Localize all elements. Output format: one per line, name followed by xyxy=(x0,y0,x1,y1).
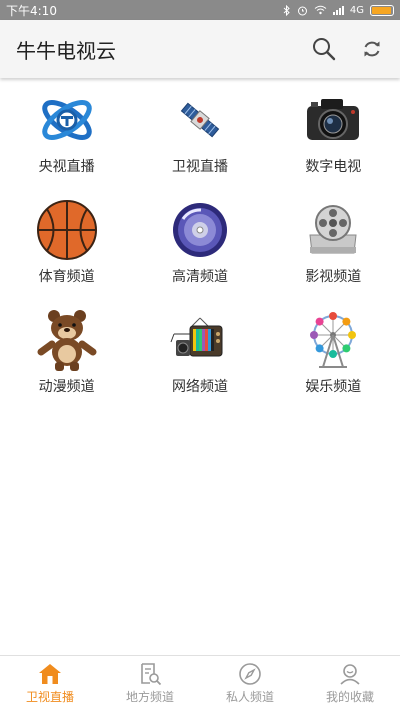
tv-set-icon xyxy=(170,317,223,357)
status-time: 下午4:10 xyxy=(6,3,57,18)
channel-tile-movies[interactable]: 影视频道 xyxy=(267,198,400,290)
nav-label: 地方频道 xyxy=(125,690,174,704)
channel-label: 影视频道 xyxy=(305,269,362,285)
battery-fill xyxy=(372,6,391,14)
bluetooth-icon xyxy=(283,4,290,16)
channel-label: 动漫频道 xyxy=(38,379,95,395)
compass-icon xyxy=(239,663,261,685)
alarm-icon xyxy=(297,6,307,15)
channel-label: 娱乐频道 xyxy=(305,379,362,395)
channel-tile-hd[interactable]: 高清频道 xyxy=(133,198,266,290)
document-search-icon xyxy=(141,663,162,686)
disc-icon xyxy=(172,203,227,257)
user-icon xyxy=(340,664,360,685)
bottom-nav: 卫视直播 地方频道 私人频道 我的收藏 xyxy=(0,655,400,711)
channel-label: 卫视直播 xyxy=(171,159,228,175)
refresh-icon xyxy=(364,41,380,57)
channel-label: 高清频道 xyxy=(171,269,228,285)
nav-tab-satellite-live[interactable]: 卫视直播 xyxy=(0,656,100,711)
camera-icon xyxy=(307,99,360,140)
cctv-logo-icon xyxy=(41,100,92,140)
channel-tile-sports[interactable]: 体育频道 xyxy=(0,198,133,290)
app-title: 牛牛电视云 xyxy=(16,38,116,63)
satellite-icon xyxy=(180,102,220,138)
wifi-icon xyxy=(314,5,327,15)
status-icons: 4G xyxy=(283,4,394,16)
nav-tab-local-channels[interactable]: 地方频道 xyxy=(100,656,200,711)
status-bar: 下午4:10 4G xyxy=(0,0,400,20)
channel-grid: 央视直播 卫视直播 数字电视 体育频道 高清频道 影视频道 动漫频道 网络频道 … xyxy=(0,88,400,400)
channel-label: 数字电视 xyxy=(305,159,362,175)
basketball-icon xyxy=(36,200,97,260)
nav-label: 我的收藏 xyxy=(325,690,374,704)
channel-label: 网络频道 xyxy=(171,379,228,395)
channel-label: 央视直播 xyxy=(38,159,95,175)
nav-label: 私人频道 xyxy=(225,690,274,704)
ferris-wheel-icon xyxy=(310,312,357,368)
film-reel-icon xyxy=(309,205,357,254)
search-icon xyxy=(313,38,336,61)
channel-tile-digital-tv[interactable]: 数字电视 xyxy=(267,88,400,180)
channel-tile-anime[interactable]: 动漫频道 xyxy=(0,308,133,400)
channel-tile-network[interactable]: 网络频道 xyxy=(133,308,266,400)
channel-tile-entertainment[interactable]: 娱乐频道 xyxy=(267,308,400,400)
app-bar: 牛牛电视云 xyxy=(0,20,400,78)
channel-tile-cctv[interactable]: 央视直播 xyxy=(0,88,133,180)
signal-icon xyxy=(332,5,344,15)
nav-label: 卫视直播 xyxy=(25,690,74,704)
battery-icon xyxy=(370,4,394,16)
channel-tile-satellite[interactable]: 卫视直播 xyxy=(133,88,266,180)
search-button[interactable] xyxy=(304,29,344,69)
network-type: 4G xyxy=(349,4,364,16)
nav-tab-private-channels[interactable]: 私人频道 xyxy=(200,656,300,711)
refresh-button[interactable] xyxy=(352,29,392,69)
bear-icon xyxy=(37,310,97,371)
channel-label: 体育频道 xyxy=(38,269,95,285)
home-icon xyxy=(39,664,61,684)
nav-tab-my-favorites[interactable]: 我的收藏 xyxy=(300,656,400,711)
